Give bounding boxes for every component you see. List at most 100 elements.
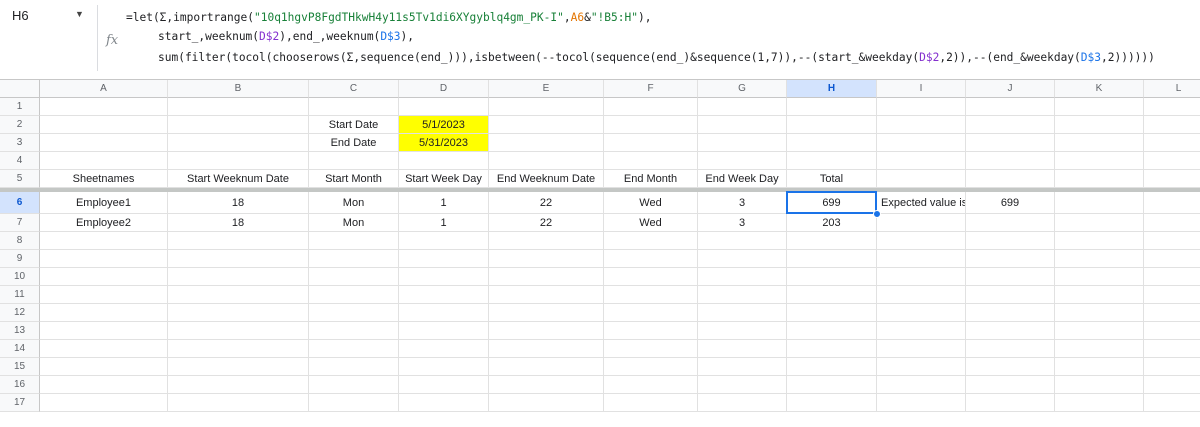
cell-j11[interactable] bbox=[966, 286, 1055, 304]
cell-g13[interactable] bbox=[698, 322, 787, 340]
cell-a10[interactable] bbox=[40, 268, 168, 286]
cell-d17[interactable] bbox=[399, 394, 489, 412]
cell-g10[interactable] bbox=[698, 268, 787, 286]
cell-l15[interactable] bbox=[1144, 358, 1200, 376]
cell-f3[interactable] bbox=[604, 134, 698, 152]
cell-d13[interactable] bbox=[399, 322, 489, 340]
cell-i10[interactable] bbox=[877, 268, 966, 286]
cell-l10[interactable] bbox=[1144, 268, 1200, 286]
row-header-7[interactable]: 7 bbox=[0, 214, 40, 232]
cell-d15[interactable] bbox=[399, 358, 489, 376]
cell-a17[interactable] bbox=[40, 394, 168, 412]
cell-a9[interactable] bbox=[40, 250, 168, 268]
formula-line-2[interactable]: start_,weeknum(D$2),end_,weeknum(D$3), bbox=[158, 30, 414, 43]
cell-c10[interactable] bbox=[309, 268, 399, 286]
cell-c14[interactable] bbox=[309, 340, 399, 358]
cell-d4[interactable] bbox=[399, 152, 489, 170]
cell-e3[interactable] bbox=[489, 134, 604, 152]
cell-j5[interactable] bbox=[966, 170, 1055, 188]
cell-g6[interactable]: 3 bbox=[698, 192, 787, 214]
column-header-g[interactable]: G bbox=[698, 80, 787, 98]
cell-l14[interactable] bbox=[1144, 340, 1200, 358]
cell-f13[interactable] bbox=[604, 322, 698, 340]
cell-a15[interactable] bbox=[40, 358, 168, 376]
cell-c12[interactable] bbox=[309, 304, 399, 322]
cell-d16[interactable] bbox=[399, 376, 489, 394]
cell-f5[interactable]: End Month bbox=[604, 170, 698, 188]
cell-l2[interactable] bbox=[1144, 116, 1200, 134]
cell-c17[interactable] bbox=[309, 394, 399, 412]
cell-k3[interactable] bbox=[1055, 134, 1144, 152]
cell-k2[interactable] bbox=[1055, 116, 1144, 134]
row-header-6[interactable]: 6 bbox=[0, 192, 40, 214]
cell-c13[interactable] bbox=[309, 322, 399, 340]
cell-h7[interactable]: 203 bbox=[787, 214, 877, 232]
cell-e8[interactable] bbox=[489, 232, 604, 250]
row-header-15[interactable]: 15 bbox=[0, 358, 40, 376]
fill-handle[interactable] bbox=[873, 210, 881, 218]
cell-e6[interactable]: 22 bbox=[489, 192, 604, 214]
column-header-e[interactable]: E bbox=[489, 80, 604, 98]
select-all-corner[interactable] bbox=[0, 80, 40, 98]
column-header-d[interactable]: D bbox=[399, 80, 489, 98]
cell-c11[interactable] bbox=[309, 286, 399, 304]
cell-g2[interactable] bbox=[698, 116, 787, 134]
cell-j9[interactable] bbox=[966, 250, 1055, 268]
cell-e17[interactable] bbox=[489, 394, 604, 412]
cell-g9[interactable] bbox=[698, 250, 787, 268]
cell-f4[interactable] bbox=[604, 152, 698, 170]
cell-c1[interactable] bbox=[309, 98, 399, 116]
cell-i4[interactable] bbox=[877, 152, 966, 170]
cell-e15[interactable] bbox=[489, 358, 604, 376]
formula-line-3[interactable]: sum(filter(tocol(chooserows(Σ,sequence(e… bbox=[158, 51, 1155, 64]
cell-a4[interactable] bbox=[40, 152, 168, 170]
cell-d5[interactable]: Start Week Day bbox=[399, 170, 489, 188]
cell-g14[interactable] bbox=[698, 340, 787, 358]
cell-c7[interactable]: Mon bbox=[309, 214, 399, 232]
cell-e7[interactable]: 22 bbox=[489, 214, 604, 232]
cell-i8[interactable] bbox=[877, 232, 966, 250]
cell-j1[interactable] bbox=[966, 98, 1055, 116]
cell-k14[interactable] bbox=[1055, 340, 1144, 358]
cell-i14[interactable] bbox=[877, 340, 966, 358]
cell-h2[interactable] bbox=[787, 116, 877, 134]
row-header-1[interactable]: 1 bbox=[0, 98, 40, 116]
cell-f2[interactable] bbox=[604, 116, 698, 134]
cell-i17[interactable] bbox=[877, 394, 966, 412]
column-header-f[interactable]: F bbox=[604, 80, 698, 98]
row-header-17[interactable]: 17 bbox=[0, 394, 40, 412]
cell-g11[interactable] bbox=[698, 286, 787, 304]
cell-a5[interactable]: Sheetnames bbox=[40, 170, 168, 188]
cell-k15[interactable] bbox=[1055, 358, 1144, 376]
cell-i5[interactable] bbox=[877, 170, 966, 188]
column-header-c[interactable]: C bbox=[309, 80, 399, 98]
cell-j4[interactable] bbox=[966, 152, 1055, 170]
cell-b4[interactable] bbox=[168, 152, 309, 170]
cell-i6[interactable]: Expected value is bbox=[877, 192, 966, 214]
cell-e5[interactable]: End Weeknum Date bbox=[489, 170, 604, 188]
cell-d7[interactable]: 1 bbox=[399, 214, 489, 232]
cell-j16[interactable] bbox=[966, 376, 1055, 394]
cell-b11[interactable] bbox=[168, 286, 309, 304]
cell-b7[interactable]: 18 bbox=[168, 214, 309, 232]
cell-b5[interactable]: Start Weeknum Date bbox=[168, 170, 309, 188]
cell-a16[interactable] bbox=[40, 376, 168, 394]
row-header-16[interactable]: 16 bbox=[0, 376, 40, 394]
cell-i7[interactable] bbox=[877, 214, 966, 232]
cell-h3[interactable] bbox=[787, 134, 877, 152]
cell-e11[interactable] bbox=[489, 286, 604, 304]
cell-d3[interactable]: 5/31/2023 bbox=[399, 134, 489, 152]
cell-b6[interactable]: 18 bbox=[168, 192, 309, 214]
cell-k10[interactable] bbox=[1055, 268, 1144, 286]
column-header-j[interactable]: J bbox=[966, 80, 1055, 98]
column-header-b[interactable]: B bbox=[168, 80, 309, 98]
cell-h12[interactable] bbox=[787, 304, 877, 322]
cell-j17[interactable] bbox=[966, 394, 1055, 412]
cell-l1[interactable] bbox=[1144, 98, 1200, 116]
cell-b14[interactable] bbox=[168, 340, 309, 358]
cell-f16[interactable] bbox=[604, 376, 698, 394]
cell-a2[interactable] bbox=[40, 116, 168, 134]
row-header-12[interactable]: 12 bbox=[0, 304, 40, 322]
cell-g16[interactable] bbox=[698, 376, 787, 394]
cell-f1[interactable] bbox=[604, 98, 698, 116]
